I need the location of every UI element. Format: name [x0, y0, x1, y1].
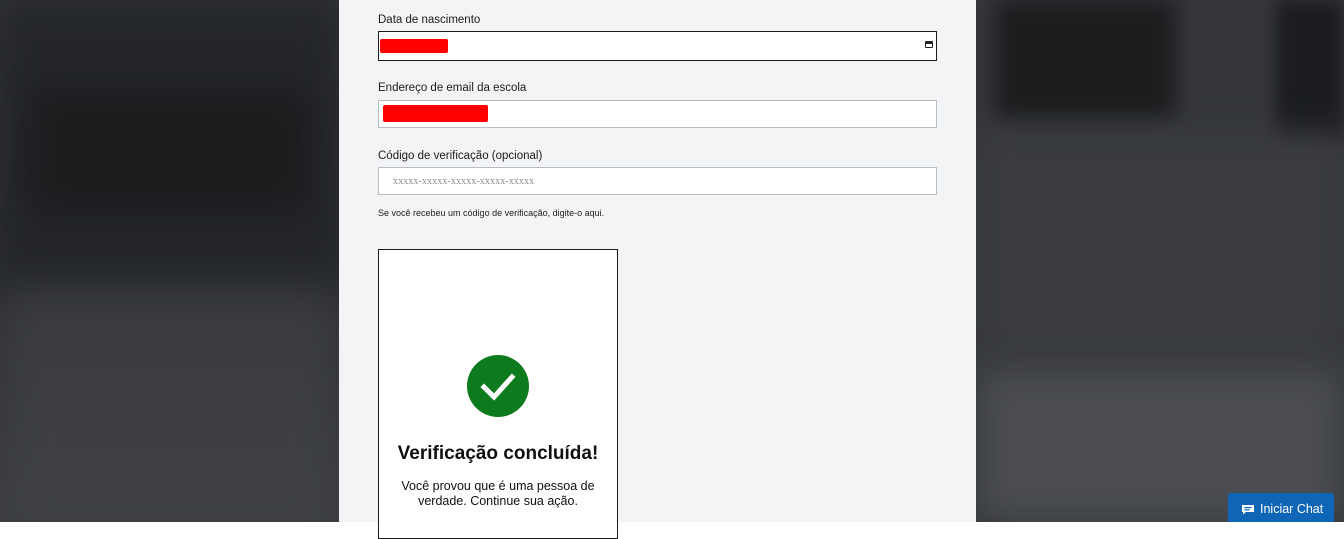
- checkmark-icon: [467, 355, 529, 417]
- verification-code-input[interactable]: xxxxx-xxxxx-xxxxx-xxxxx-xxxxx: [378, 167, 937, 195]
- redacted-value: [383, 105, 488, 122]
- verification-message: Você provou que é uma pessoa de verdade.…: [401, 479, 595, 508]
- chat-bubble-icon: [1242, 505, 1254, 515]
- start-chat-label: Iniciar Chat: [1260, 502, 1324, 516]
- start-chat-button[interactable]: Iniciar Chat: [1228, 493, 1334, 522]
- redacted-value: [380, 39, 448, 53]
- verification-code-hint: Se você recebeu um código de verificação…: [378, 208, 605, 218]
- background-left: [0, 0, 340, 522]
- captcha-widget[interactable]: Verificação concluída! Você provou que é…: [378, 249, 618, 539]
- school-email-label: Endereço de email da escola: [378, 82, 527, 94]
- birthdate-input[interactable]: [378, 31, 937, 61]
- form-panel: Data de nascimento Endereço de email da …: [339, 0, 976, 539]
- calendar-icon[interactable]: [925, 41, 933, 48]
- verification-title: Verificação concluída!: [397, 443, 599, 464]
- verification-code-placeholder: xxxxx-xxxxx-xxxxx-xxxxx-xxxxx: [393, 176, 535, 187]
- birthdate-label: Data de nascimento: [378, 14, 481, 26]
- background-right: [976, 0, 1344, 522]
- school-email-input[interactable]: [378, 100, 937, 128]
- verification-code-label: Código de verificação (opcional): [378, 150, 543, 162]
